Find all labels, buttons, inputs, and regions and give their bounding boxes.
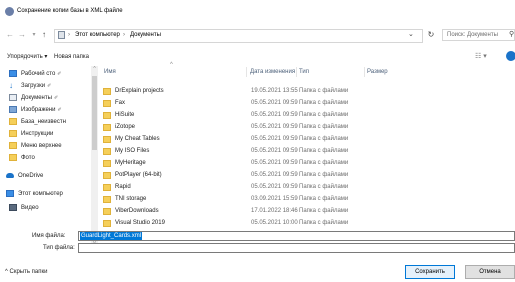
scrollbar-thumb[interactable] — [92, 76, 97, 150]
window-title: Сохранение копии базы в XML файле — [17, 8, 123, 14]
search-icon[interactable]: ⚲ — [509, 29, 514, 41]
organize-button[interactable]: Упорядочить ▾ — [7, 53, 47, 62]
list-item[interactable]: My ISO Files 05.05.2021 09:59 Папка с файл… — [103, 146, 515, 157]
new-folder-button[interactable]: Новая папка — [54, 53, 89, 62]
list-item[interactable]: iZotope 05.05.2021 09:59 Папка с файлами — [103, 122, 515, 133]
pin-icon: ✐ — [47, 82, 52, 89]
filetype-select[interactable] — [78, 243, 515, 253]
app-icon — [5, 7, 14, 16]
computer-icon — [6, 190, 14, 197]
list-item[interactable]: My Cheat Tables 05.05.2021 09:59 Папка с ф… — [103, 134, 515, 145]
folder-icon — [103, 160, 111, 167]
column-header-size[interactable]: Размер — [367, 68, 388, 77]
folder-icon — [103, 112, 111, 119]
folder-icon — [103, 220, 111, 227]
filename-label: Имя файла: — [32, 233, 66, 239]
sidebar-item-documents[interactable]: Документы ✐ — [9, 92, 58, 103]
filename-field[interactable] — [78, 231, 515, 241]
chevron-down-icon[interactable]: ▾ — [29, 28, 39, 42]
column-divider[interactable] — [246, 67, 247, 77]
navigation-pane: Рабочий сто ✐ ↓ Загрузки ✐ Документы ✐ И… — [0, 66, 98, 249]
breadcrumb-this-pc[interactable]: Этот компьютер — [75, 31, 120, 40]
chevron-down-icon[interactable]: ⌄ — [408, 30, 414, 40]
folder-icon — [103, 184, 111, 191]
sidebar-item-folder[interactable]: Инструкции — [9, 128, 53, 139]
filetype-label: Тип файла: — [43, 245, 75, 251]
documents-icon — [9, 94, 17, 101]
folder-icon — [103, 136, 111, 143]
refresh-icon[interactable]: ↻ — [424, 29, 438, 41]
list-item[interactable]: DrExplain projects 19.05.2021 13:55 Папка … — [103, 86, 515, 97]
forward-arrow-icon[interactable]: → — [17, 28, 27, 42]
desktop-icon — [9, 70, 17, 77]
folder-icon — [9, 142, 17, 149]
column-header-name[interactable]: Имя — [104, 68, 116, 77]
cancel-button[interactable]: Отмена — [465, 265, 515, 279]
breadcrumb-separator: › — [68, 32, 70, 38]
save-button[interactable]: Сохранить — [405, 265, 455, 279]
sidebar-item-folder[interactable]: База_неизвестн — [9, 116, 66, 127]
folder-icon — [103, 196, 111, 203]
folder-icon — [103, 124, 111, 131]
video-icon — [9, 204, 17, 211]
sidebar-item-video[interactable]: Видео — [9, 202, 39, 213]
breadcrumb-documents[interactable]: Документы — [130, 31, 161, 40]
folder-icon — [9, 118, 17, 125]
folder-icon — [103, 208, 111, 215]
pin-icon: ✐ — [57, 106, 62, 113]
list-item[interactable]: HiSuite 05.05.2021 09:59 Папка с файлами — [103, 110, 515, 121]
folder-icon — [103, 148, 111, 155]
cloud-icon — [6, 173, 14, 178]
sidebar-item-downloads[interactable]: ↓ Загрузки ✐ — [9, 80, 51, 91]
list-item[interactable]: PotPlayer (64-bit) 05.05.2021 09:59 Папка … — [103, 170, 515, 181]
pin-icon: ✐ — [57, 70, 62, 77]
sidebar-item-pictures[interactable]: Изображени ✐ — [9, 104, 62, 115]
list-item[interactable]: Visual Studio 2019 05.05.2021 10:00 Папка … — [103, 218, 515, 229]
search-placeholder: Поиск: Документы — [447, 32, 498, 38]
filename-value[interactable]: GuardLight_Cards.xml — [80, 232, 143, 240]
scroll-up-icon[interactable]: ^ — [91, 66, 98, 72]
pictures-icon — [9, 106, 17, 113]
hide-folders-toggle[interactable]: ^ Скрыть папки — [5, 268, 47, 277]
list-item[interactable]: ViberDownloads 17.01.2022 18:46 Папка с фа… — [103, 206, 515, 217]
pin-icon: ✐ — [53, 94, 59, 101]
list-item[interactable]: Rapid 05.05.2021 09:59 Папка с файлами — [103, 182, 515, 193]
folder-icon — [103, 88, 111, 95]
help-icon[interactable] — [506, 51, 515, 61]
sidebar-item-folder[interactable]: Фото — [9, 152, 35, 163]
view-options-icon[interactable]: ☷ ▾ — [475, 52, 487, 62]
folder-icon — [9, 130, 17, 137]
column-divider[interactable] — [296, 67, 297, 77]
column-header-type[interactable]: Тип — [299, 68, 309, 77]
folder-icon — [103, 172, 111, 179]
list-item[interactable]: MyHeritage 05.05.2021 09:59 Папка с файлам… — [103, 158, 515, 169]
sidebar-item-desktop[interactable]: Рабочий сто ✐ — [9, 68, 62, 79]
back-arrow-icon[interactable]: ← — [5, 28, 15, 42]
up-arrow-icon[interactable]: ↑ — [39, 28, 49, 42]
sidebar-item-onedrive[interactable]: OneDrive — [6, 170, 43, 181]
column-header-date[interactable]: Дата изменения — [250, 68, 295, 77]
sidebar-item-this-pc[interactable]: Этот компьютер — [6, 188, 63, 199]
folder-icon — [9, 154, 17, 161]
list-item[interactable]: TNI storage 03.09.2021 15:59 Папка с файла… — [103, 194, 515, 205]
folder-icon — [103, 100, 111, 107]
folder-icon — [58, 31, 65, 39]
sidebar-item-folder[interactable]: Меню верхнее — [9, 140, 62, 151]
column-divider[interactable] — [364, 67, 365, 77]
list-item[interactable]: Fax 05.05.2021 09:59 Папка с файлами — [103, 98, 515, 109]
breadcrumb-separator: › — [123, 32, 125, 38]
download-icon: ↓ — [9, 81, 13, 90]
sort-up-icon: ^ — [170, 62, 173, 68]
